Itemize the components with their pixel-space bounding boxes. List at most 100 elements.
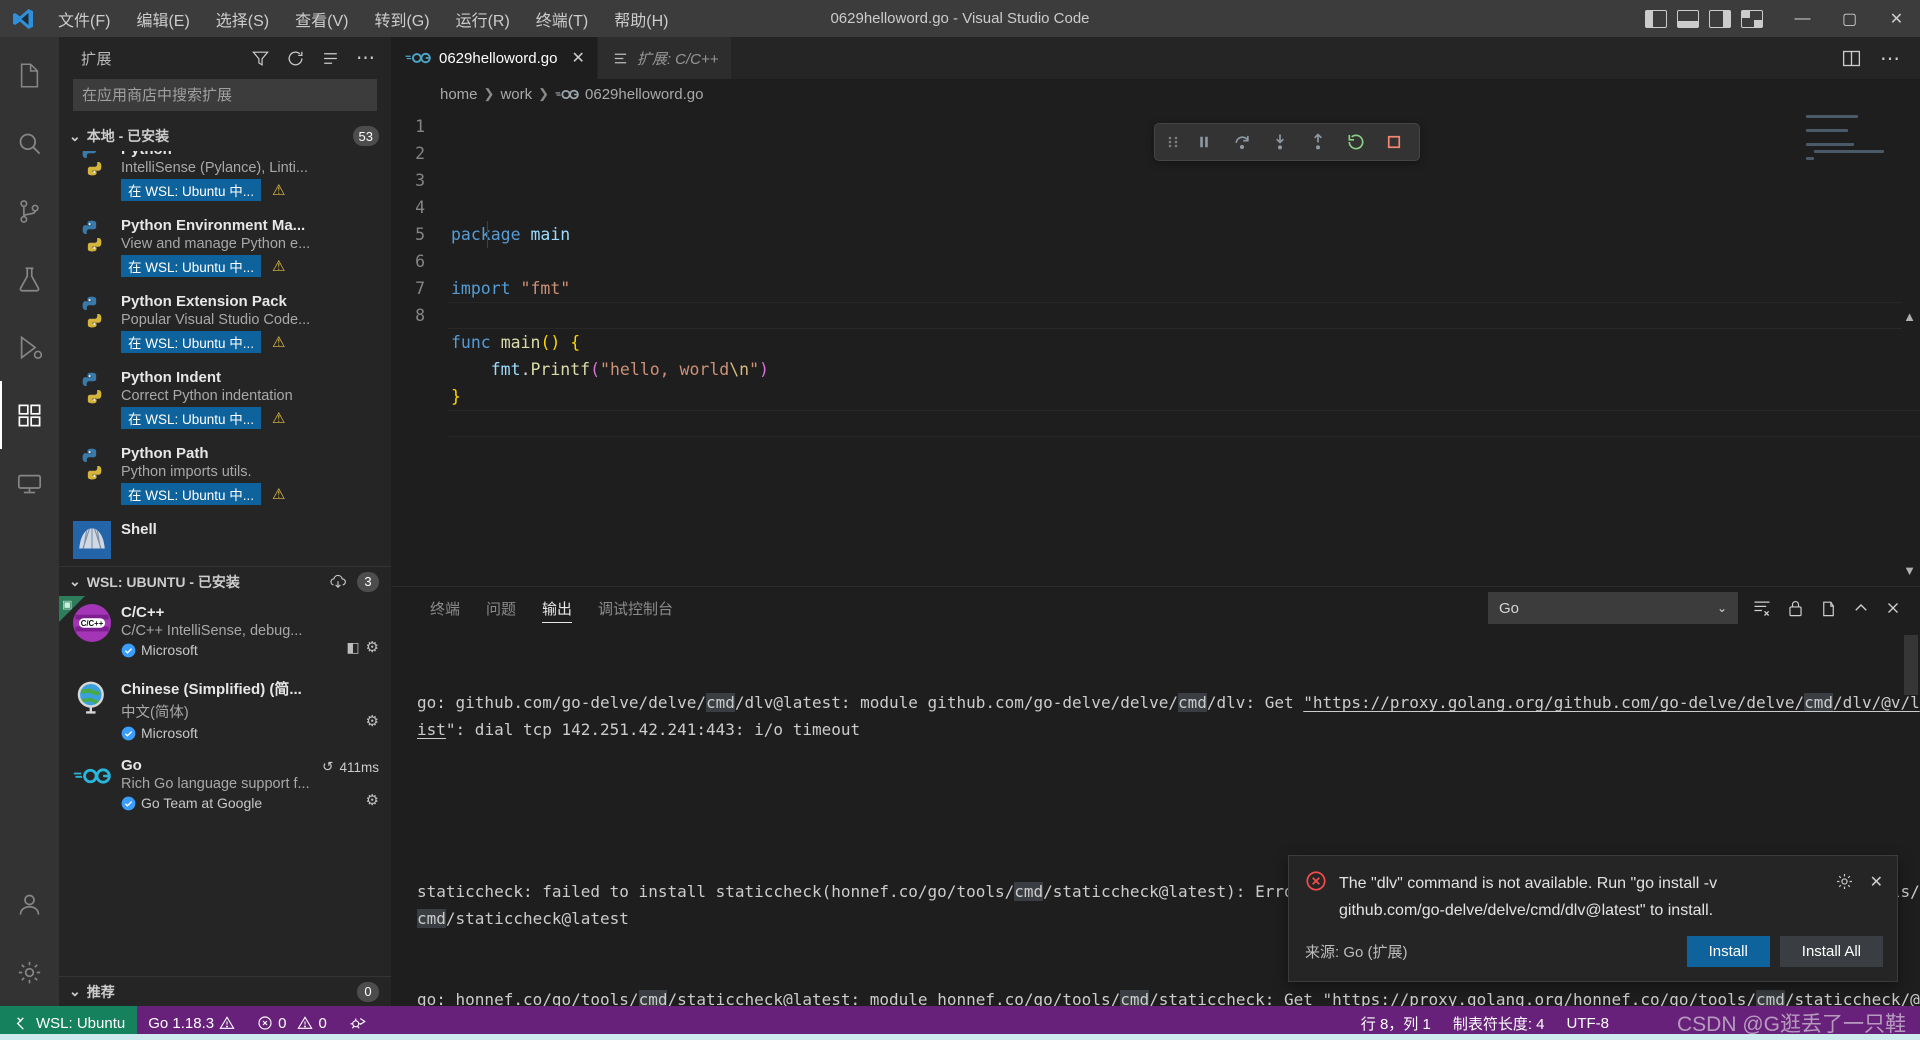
install-all-button[interactable]: Install All (1779, 936, 1883, 967)
tab-extension-cpp[interactable]: 扩展: C/C++ (597, 37, 732, 79)
section-wsl-installed[interactable]: ⌄ WSL: UBUNTU - 已安装 3 (59, 566, 391, 596)
sidebar-item-extensions[interactable] (0, 381, 59, 449)
views-and-more-icon[interactable] (321, 49, 340, 68)
section-local-installed[interactable]: ⌄ 本地 - 已安装 53 (59, 121, 391, 151)
gear-icon[interactable]: ⚙ (366, 791, 379, 809)
breadcrumb-item-home[interactable]: home (440, 86, 478, 103)
maximize-panel-icon[interactable] (1852, 599, 1870, 617)
split-editor-icon[interactable] (1841, 48, 1862, 69)
list-item[interactable]: Python Path Python imports utils. 在 WSL:… (59, 437, 391, 513)
tab-debug-console[interactable]: 调试控制台 (585, 587, 686, 629)
sidebar-item-explorer[interactable] (0, 41, 59, 109)
search-input[interactable] (73, 79, 377, 111)
extension-description: Python imports utils. (121, 464, 252, 480)
customize-layout-icon[interactable] (1741, 9, 1763, 28)
breadcrumb-item-file[interactable]: 0629helloword.go (585, 86, 703, 103)
toggle-primary-sidebar-icon[interactable] (1645, 9, 1667, 28)
scroll-down-arrow-icon[interactable]: ▼ (1903, 563, 1916, 578)
sidebar-item-run-debug[interactable] (0, 313, 59, 381)
install-in-wsl-button[interactable]: 在 WSL: Ubuntu 中... (121, 179, 262, 201)
section-wsl-label: WSL: UBUNTU - 已安装 (86, 573, 240, 590)
menu-view[interactable]: 查看(V) (283, 3, 360, 35)
close-icon[interactable]: ✕ (1870, 872, 1883, 892)
stop-button[interactable] (1375, 126, 1413, 158)
panel-scrollbar[interactable] (1904, 635, 1918, 695)
local-extensions-list[interactable]: Python IntelliSense (Pylance), Linti... … (59, 151, 391, 566)
minimize-button[interactable]: — (1779, 0, 1826, 37)
install-local-extensions-icon[interactable] (329, 573, 347, 591)
section-recommended[interactable]: ⌄ 推荐 0 (59, 976, 391, 1006)
list-item[interactable]: Python Indent Correct Python indentation… (59, 361, 391, 437)
menu-go[interactable]: 转到(G) (362, 3, 441, 35)
output-channel-select[interactable]: Go ⌄ (1488, 592, 1738, 624)
refresh-icon[interactable] (286, 49, 305, 68)
gear-icon[interactable]: ⚙ (366, 638, 379, 656)
more-actions-icon[interactable]: ⋯ (1880, 46, 1902, 71)
toggle-secondary-sidebar-icon[interactable] (1709, 9, 1731, 28)
list-item[interactable]: Python Environment Ma... View and manage… (59, 209, 391, 285)
tab-terminal[interactable]: 终端 (417, 587, 473, 629)
open-in-editor-icon[interactable] (1819, 599, 1838, 618)
menu-help[interactable]: 帮助(H) (602, 3, 680, 35)
code-content[interactable]: package main import "fmt" func main() { … (447, 109, 1920, 586)
sidebar-item-source-control[interactable] (0, 177, 59, 245)
sidebar-item-testing[interactable] (0, 245, 59, 313)
maximize-button[interactable]: ▢ (1826, 0, 1873, 37)
tab-0629helloword-go[interactable]: 0629helloword.go ✕ (391, 37, 598, 79)
debug-toolbar[interactable] (1153, 123, 1420, 161)
code-token: package (451, 225, 521, 244)
menu-terminal[interactable]: 终端(T) (524, 3, 600, 35)
extension-meta: 在 WSL: Ubuntu 中... ⚠ (121, 331, 379, 353)
lock-icon[interactable] (1786, 599, 1805, 618)
install-in-wsl-button[interactable]: 在 WSL: Ubuntu 中... (121, 483, 262, 505)
list-item[interactable]: Python IntelliSense (Pylance), Linti... … (59, 151, 391, 209)
warning-icon: ⚠ (272, 334, 286, 351)
toggle-panel-icon[interactable] (1677, 9, 1699, 28)
menu-run[interactable]: 运行(R) (444, 3, 522, 35)
debug-toolbar-grip[interactable] (1161, 126, 1185, 158)
restart-button[interactable] (1337, 126, 1375, 158)
remote-label: WSL: Ubuntu (36, 1014, 126, 1032)
notification-toast[interactable]: The "dlv" command is not available. Run … (1288, 855, 1898, 982)
install-in-wsl-button[interactable]: 在 WSL: Ubuntu 中... (121, 331, 262, 353)
minimap[interactable] (1806, 109, 1906, 586)
step-into-button[interactable] (1261, 126, 1299, 158)
close-panel-icon[interactable] (1884, 599, 1902, 617)
code-editor[interactable]: 1 2 3 4 5 6 7 8 package main import "fmt… (391, 109, 1920, 586)
tab-problems[interactable]: 问题 (473, 587, 529, 629)
menu-file[interactable]: 文件(F) (46, 3, 122, 35)
install-in-wsl-button[interactable]: 在 WSL: Ubuntu 中... (121, 407, 262, 429)
list-item[interactable]: ▣ C/C++ C/C++ C/C++ IntelliSense, debug.… (59, 596, 391, 670)
install-button[interactable]: Install (1686, 936, 1770, 967)
menu-edit[interactable]: 编辑(E) (124, 3, 201, 35)
pause-button[interactable] (1185, 126, 1223, 158)
filter-icon[interactable] (251, 49, 270, 68)
sidebar-item-search[interactable] (0, 109, 59, 177)
vscode-window: 文件(F) 编辑(E) 选择(S) 查看(V) 转到(G) 运行(R) 终端(T… (0, 0, 1920, 1040)
wsl-extensions-list[interactable]: ▣ C/C++ C/C++ C/C++ IntelliSense, debug.… (59, 596, 391, 976)
install-in-wsl-button[interactable]: 在 WSL: Ubuntu 中... (121, 255, 262, 277)
list-item[interactable]: Shell (59, 513, 391, 566)
more-icon[interactable]: ⋯ (356, 47, 377, 70)
list-item[interactable]: Python Extension Pack Popular Visual Stu… (59, 285, 391, 361)
tab-output[interactable]: 输出 (529, 587, 585, 629)
breadcrumb-item-work[interactable]: work (500, 86, 532, 103)
close-tab-button[interactable]: ✕ (571, 48, 584, 68)
line-number: 1 (415, 117, 425, 136)
gear-icon[interactable] (1835, 872, 1854, 891)
clear-output-icon[interactable] (1752, 598, 1772, 618)
scroll-up-arrow-icon[interactable]: ▲ (1903, 309, 1916, 324)
menu-selection[interactable]: 选择(S) (204, 3, 281, 35)
list-item[interactable]: Go Rich Go language support f... Go Team… (59, 749, 391, 823)
accounts-button[interactable] (0, 870, 59, 938)
minimap-slider[interactable] (1892, 109, 1906, 586)
manage-settings-button[interactable] (0, 938, 59, 1006)
gear-icon[interactable]: ⚙ (366, 712, 379, 730)
extension-meta: Microsoft (121, 725, 379, 741)
step-out-button[interactable] (1299, 126, 1337, 158)
step-over-button[interactable] (1223, 126, 1261, 158)
list-item[interactable]: Chinese (Simplified) (简... 中文(简体) Micros… (59, 670, 391, 749)
close-window-button[interactable]: ✕ (1873, 0, 1920, 37)
sidebar-item-remote-explorer[interactable] (0, 449, 59, 517)
